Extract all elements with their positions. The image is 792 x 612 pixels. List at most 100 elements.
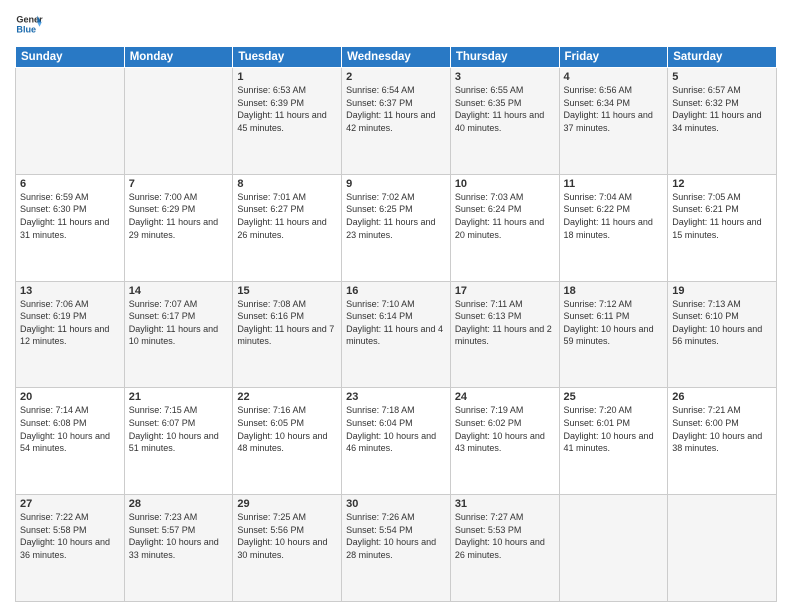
day-info: Sunrise: 6:56 AMSunset: 6:34 PMDaylight:… xyxy=(564,84,664,134)
sunset-text: Sunset: 6:17 PM xyxy=(129,311,196,321)
sunrise-text: Sunrise: 7:12 AM xyxy=(564,299,633,309)
calendar-header-friday: Friday xyxy=(559,47,668,68)
day-info: Sunrise: 7:11 AMSunset: 6:13 PMDaylight:… xyxy=(455,298,555,348)
day-number: 7 xyxy=(129,178,229,190)
sunset-text: Sunset: 6:32 PM xyxy=(672,98,739,108)
daylight-text: Daylight: 10 hours and 33 minutes. xyxy=(129,537,219,560)
day-info: Sunrise: 7:08 AMSunset: 6:16 PMDaylight:… xyxy=(237,298,337,348)
daylight-text: Daylight: 11 hours and 42 minutes. xyxy=(346,110,435,133)
sunrise-text: Sunrise: 7:06 AM xyxy=(20,299,89,309)
day-number: 21 xyxy=(129,391,229,403)
sunrise-text: Sunrise: 7:01 AM xyxy=(237,192,306,202)
calendar-day-17: 17Sunrise: 7:11 AMSunset: 6:13 PMDayligh… xyxy=(450,281,559,388)
calendar-day-13: 13Sunrise: 7:06 AMSunset: 6:19 PMDayligh… xyxy=(16,281,125,388)
day-info: Sunrise: 7:03 AMSunset: 6:24 PMDaylight:… xyxy=(455,191,555,241)
day-number: 31 xyxy=(455,498,555,510)
sunrise-text: Sunrise: 7:15 AM xyxy=(129,405,198,415)
svg-text:Blue: Blue xyxy=(16,24,36,34)
sunrise-text: Sunrise: 7:19 AM xyxy=(455,405,524,415)
calendar-week-3: 13Sunrise: 7:06 AMSunset: 6:19 PMDayligh… xyxy=(16,281,777,388)
daylight-text: Daylight: 10 hours and 54 minutes. xyxy=(20,431,110,454)
day-info: Sunrise: 6:59 AMSunset: 6:30 PMDaylight:… xyxy=(20,191,120,241)
sunrise-text: Sunrise: 6:54 AM xyxy=(346,85,415,95)
sunrise-text: Sunrise: 7:21 AM xyxy=(672,405,741,415)
daylight-text: Daylight: 11 hours and 23 minutes. xyxy=(346,217,435,240)
calendar-day-31: 31Sunrise: 7:27 AMSunset: 5:53 PMDayligh… xyxy=(450,495,559,602)
day-info: Sunrise: 7:05 AM Sunset: 6:21 PM Daylight:… xyxy=(672,191,772,241)
daylight-text: Daylight: 11 hours and 40 minutes. xyxy=(455,110,544,133)
day-number: 14 xyxy=(129,285,229,297)
calendar-day-1: 1Sunrise: 6:53 AMSunset: 6:39 PMDaylight… xyxy=(233,68,342,175)
day-number: 17 xyxy=(455,285,555,297)
sunset-text: Sunset: 6:14 PM xyxy=(346,311,413,321)
sunrise-text: Sunrise: 7:18 AM xyxy=(346,405,415,415)
daylight-text: Daylight: 10 hours and 46 minutes. xyxy=(346,431,436,454)
calendar-day-11: 11Sunrise: 7:04 AMSunset: 6:22 PMDayligh… xyxy=(559,174,668,281)
calendar-day-24: 24Sunrise: 7:19 AMSunset: 6:02 PMDayligh… xyxy=(450,388,559,495)
calendar-week-4: 20Sunrise: 7:14 AMSunset: 6:08 PMDayligh… xyxy=(16,388,777,495)
day-info: Sunrise: 7:19 AMSunset: 6:02 PMDaylight:… xyxy=(455,404,555,454)
day-number: 5 xyxy=(672,71,772,83)
day-info: Sunrise: 7:21 AMSunset: 6:00 PMDaylight:… xyxy=(672,404,772,454)
calendar-day-2: 2Sunrise: 6:54 AMSunset: 6:37 PMDaylight… xyxy=(342,68,451,175)
sunrise-text: Sunrise: 6:59 AM xyxy=(20,192,89,202)
sunset-text: Sunset: 6:05 PM xyxy=(237,418,304,428)
sunset-text: Sunset: 6:22 PM xyxy=(564,204,631,214)
day-number: 11 xyxy=(564,178,664,190)
calendar-header-monday: Monday xyxy=(124,47,233,68)
sunrise-text: Sunrise: 7:11 AM xyxy=(455,299,523,309)
daylight-text: Daylight: 10 hours and 38 minutes. xyxy=(672,431,762,454)
day-number: 30 xyxy=(346,498,446,510)
sunset-text: Sunset: 6:21 PM xyxy=(672,204,739,214)
daylight-text: Daylight: 10 hours and 59 minutes. xyxy=(564,324,654,347)
sunset-text: Sunset: 6:25 PM xyxy=(346,204,413,214)
day-info: Sunrise: 7:06 AMSunset: 6:19 PMDaylight:… xyxy=(20,298,120,348)
calendar-day-29: 29Sunrise: 7:25 AMSunset: 5:56 PMDayligh… xyxy=(233,495,342,602)
day-info: Sunrise: 6:53 AMSunset: 6:39 PMDaylight:… xyxy=(237,84,337,134)
sunrise-text: Sunrise: 7:03 AM xyxy=(455,192,524,202)
day-info: Sunrise: 7:12 AMSunset: 6:11 PMDaylight:… xyxy=(564,298,664,348)
daylight-text: Daylight: 10 hours and 48 minutes. xyxy=(237,431,327,454)
sunrise-text: Sunrise: 7:05 AM xyxy=(672,192,741,202)
calendar-day-15: 15Sunrise: 7:08 AMSunset: 6:16 PMDayligh… xyxy=(233,281,342,388)
calendar-day-10: 10Sunrise: 7:03 AMSunset: 6:24 PMDayligh… xyxy=(450,174,559,281)
sunrise-text: Sunrise: 7:07 AM xyxy=(129,299,198,309)
calendar-header-thursday: Thursday xyxy=(450,47,559,68)
calendar-day-empty xyxy=(124,68,233,175)
daylight-text: Daylight: 10 hours and 36 minutes. xyxy=(20,537,110,560)
day-info: Sunrise: 7:23 AMSunset: 5:57 PMDaylight:… xyxy=(129,511,229,561)
sunrise-text: Sunrise: 7:13 AM xyxy=(672,299,741,309)
calendar-week-5: 27Sunrise: 7:22 AMSunset: 5:58 PMDayligh… xyxy=(16,495,777,602)
calendar-day-3: 3Sunrise: 6:55 AMSunset: 6:35 PMDaylight… xyxy=(450,68,559,175)
sunset-text: Sunset: 6:04 PM xyxy=(346,418,413,428)
day-number: 24 xyxy=(455,391,555,403)
calendar-day-8: 8Sunrise: 7:01 AMSunset: 6:27 PMDaylight… xyxy=(233,174,342,281)
daylight-text: Daylight: 11 hours and 4 minutes. xyxy=(346,324,443,347)
calendar-header-tuesday: Tuesday xyxy=(233,47,342,68)
header: General Blue xyxy=(15,10,777,38)
calendar-header-sunday: Sunday xyxy=(16,47,125,68)
day-number: 8 xyxy=(237,178,337,190)
calendar-day-28: 28Sunrise: 7:23 AMSunset: 5:57 PMDayligh… xyxy=(124,495,233,602)
calendar-week-1: 1Sunrise: 6:53 AMSunset: 6:39 PMDaylight… xyxy=(16,68,777,175)
calendar-header-row: SundayMondayTuesdayWednesdayThursdayFrid… xyxy=(16,47,777,68)
calendar-table: SundayMondayTuesdayWednesdayThursdayFrid… xyxy=(15,46,777,602)
calendar-day-18: 18Sunrise: 7:12 AMSunset: 6:11 PMDayligh… xyxy=(559,281,668,388)
sunset-text: Sunset: 6:24 PM xyxy=(455,204,522,214)
calendar-header-wednesday: Wednesday xyxy=(342,47,451,68)
day-info: Sunrise: 6:54 AMSunset: 6:37 PMDaylight:… xyxy=(346,84,446,134)
day-number: 20 xyxy=(20,391,120,403)
daylight-text: Daylight: 11 hours and 15 minutes. xyxy=(672,217,761,240)
day-number: 18 xyxy=(564,285,664,297)
calendar-day-12: 12Sunrise: 7:05 AMSunset: 6:21 PMDayligh… xyxy=(668,174,777,281)
day-number: 22 xyxy=(237,391,337,403)
sunrise-text: Sunrise: 7:23 AM xyxy=(129,512,198,522)
day-info: Sunrise: 7:02 AMSunset: 6:25 PMDaylight:… xyxy=(346,191,446,241)
day-number: 10 xyxy=(455,178,555,190)
daylight-text: Daylight: 11 hours and 12 minutes. xyxy=(20,324,109,347)
day-info: Sunrise: 7:07 AMSunset: 6:17 PMDaylight:… xyxy=(129,298,229,348)
daylight-text: Daylight: 11 hours and 45 minutes. xyxy=(237,110,326,133)
calendar-day-5: 5Sunrise: 6:57 AMSunset: 6:32 PMDaylight… xyxy=(668,68,777,175)
sunset-text: Sunset: 6:16 PM xyxy=(237,311,304,321)
day-number: 19 xyxy=(672,285,772,297)
